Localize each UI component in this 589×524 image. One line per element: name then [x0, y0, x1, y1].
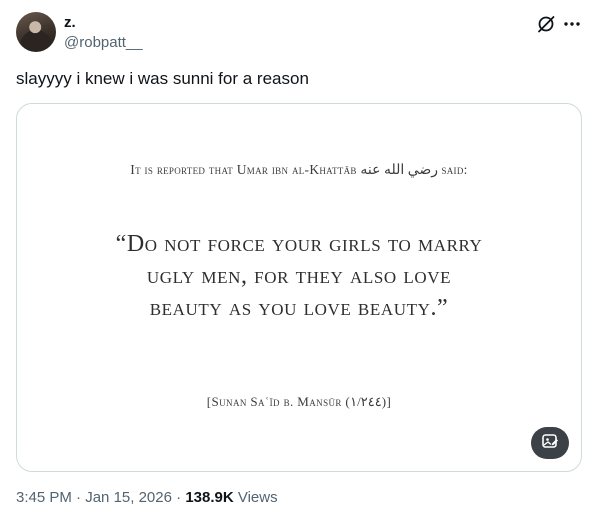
- author-display-name[interactable]: z.: [64, 14, 76, 31]
- quote-body: “Do not force your girls to marry ugly m…: [57, 228, 541, 324]
- tweet-date[interactable]: Jan 15, 2026: [85, 489, 172, 506]
- attribution-prefix: It is reported that Umar ibn al-Khattāb: [130, 162, 357, 177]
- image-description-icon: [541, 432, 559, 455]
- quote-line: “Do not force your girls to marry: [115, 231, 483, 257]
- attribution-suffix: said:: [441, 162, 468, 177]
- tweet-image[interactable]: It is reported that Umar ibn al-Khattāb …: [16, 103, 582, 472]
- views-label: Views: [233, 489, 278, 506]
- attribution-honorific: رضي الله عنه: [360, 163, 439, 178]
- tweet-text: slayyyy i knew i was sunni for a reason: [16, 69, 309, 88]
- avatar[interactable]: [16, 12, 56, 52]
- quote-line: ugly men, for they also love: [146, 263, 452, 289]
- quote-line: beauty as you love beauty.”: [149, 295, 449, 321]
- quote-source: [Sunan Saʿīd b. Mansūr (١/٢٤٤)]: [206, 394, 392, 409]
- quote-attribution: It is reported that Umar ibn al-Khattāb …: [17, 162, 581, 179]
- meta-separator: ·: [171, 489, 186, 506]
- views-count: 138.9K: [185, 489, 234, 506]
- tweet-meta: 3:45 PM · Jan 15, 2026 · 138.9K Views: [16, 489, 278, 506]
- author-handle[interactable]: @robpatt__: [64, 34, 143, 51]
- image-description-button[interactable]: [531, 427, 569, 459]
- meta-separator: ·: [71, 489, 86, 506]
- grok-icon[interactable]: [536, 14, 556, 34]
- more-icon[interactable]: [562, 14, 582, 34]
- tweet-time[interactable]: 3:45 PM: [16, 489, 72, 506]
